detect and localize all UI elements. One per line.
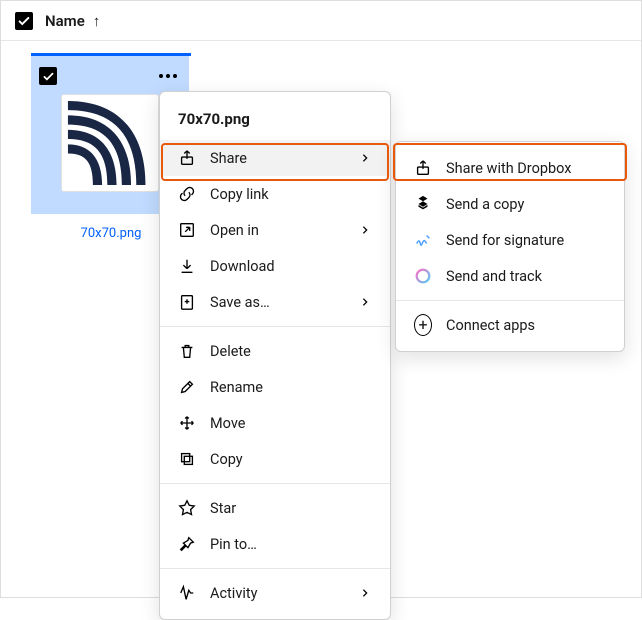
send-track-icon: [414, 267, 432, 285]
move-icon: [178, 414, 196, 432]
link-icon: [178, 185, 196, 203]
menu-title: 70x70.png: [160, 100, 390, 140]
menu-item-download[interactable]: Download: [160, 248, 390, 284]
menu-item-move[interactable]: Move: [160, 405, 390, 441]
save-as-icon: [178, 293, 196, 311]
menu-item-share[interactable]: Share: [160, 140, 390, 176]
image-thumbnail: [61, 94, 159, 192]
menu-label: Save as…: [210, 294, 344, 311]
menu-item-activity[interactable]: Activity: [160, 575, 390, 611]
chevron-right-icon: [358, 151, 372, 165]
menu-label: Share: [210, 150, 344, 167]
menu-separator: [160, 326, 390, 327]
context-menu: 70x70.png Share Copy link Open in Downlo…: [159, 91, 391, 620]
menu-separator: [396, 300, 624, 301]
pin-icon: [178, 535, 196, 553]
sort-ascending-icon: ↑: [93, 12, 101, 30]
plus-circle-icon: +: [414, 316, 432, 334]
submenu-item-connect-apps[interactable]: + Connect apps: [396, 307, 624, 343]
menu-label: Share with Dropbox: [446, 160, 606, 177]
menu-label: Connect apps: [446, 317, 606, 334]
copy-icon: [178, 450, 196, 468]
menu-item-copy-link[interactable]: Copy link: [160, 176, 390, 212]
chevron-right-icon: [358, 295, 372, 309]
menu-item-delete[interactable]: Delete: [160, 333, 390, 369]
menu-label: Delete: [210, 343, 372, 360]
submenu-item-send-track[interactable]: Send and track: [396, 258, 624, 294]
share-icon: [178, 149, 196, 167]
select-all-checkbox[interactable]: [15, 12, 33, 30]
menu-label: Move: [210, 415, 372, 432]
submenu-item-share-dropbox[interactable]: Share with Dropbox: [396, 150, 624, 186]
file-checkbox[interactable]: [39, 67, 57, 85]
menu-item-save-as[interactable]: Save as…: [160, 284, 390, 320]
open-in-icon: [178, 221, 196, 239]
menu-label: Copy link: [210, 186, 372, 203]
submenu-item-send-signature[interactable]: Send for signature: [396, 222, 624, 258]
activity-icon: [178, 584, 196, 602]
send-copy-icon: [414, 195, 432, 213]
more-options-button[interactable]: [155, 70, 181, 82]
share-icon: [414, 159, 432, 177]
share-submenu: Share with Dropbox Send a copy Send for …: [395, 141, 625, 352]
name-column-header[interactable]: Name ↑: [45, 11, 100, 30]
menu-label: Activity: [210, 585, 344, 602]
menu-item-pin-to[interactable]: Pin to…: [160, 526, 390, 562]
menu-label: Send and track: [446, 268, 606, 285]
menu-item-open-in[interactable]: Open in: [160, 212, 390, 248]
menu-label: Send a copy: [446, 196, 606, 213]
menu-label: Rename: [210, 379, 372, 396]
menu-label: Open in: [210, 222, 344, 239]
menu-label: Send for signature: [446, 232, 606, 249]
column-label: Name: [45, 12, 85, 30]
column-header: Name ↑: [1, 1, 641, 41]
menu-label: Pin to…: [210, 536, 372, 553]
menu-item-star[interactable]: Star: [160, 490, 390, 526]
download-icon: [178, 257, 196, 275]
rename-icon: [178, 378, 196, 396]
menu-separator: [160, 483, 390, 484]
menu-item-rename[interactable]: Rename: [160, 369, 390, 405]
menu-label: Star: [210, 500, 372, 517]
menu-item-copy[interactable]: Copy: [160, 441, 390, 477]
delete-icon: [178, 342, 196, 360]
submenu-item-send-copy[interactable]: Send a copy: [396, 186, 624, 222]
signature-icon: [414, 231, 432, 249]
star-icon: [178, 499, 196, 517]
chevron-right-icon: [358, 223, 372, 237]
menu-separator: [160, 568, 390, 569]
menu-label: Download: [210, 258, 372, 275]
menu-label: Copy: [210, 451, 372, 468]
